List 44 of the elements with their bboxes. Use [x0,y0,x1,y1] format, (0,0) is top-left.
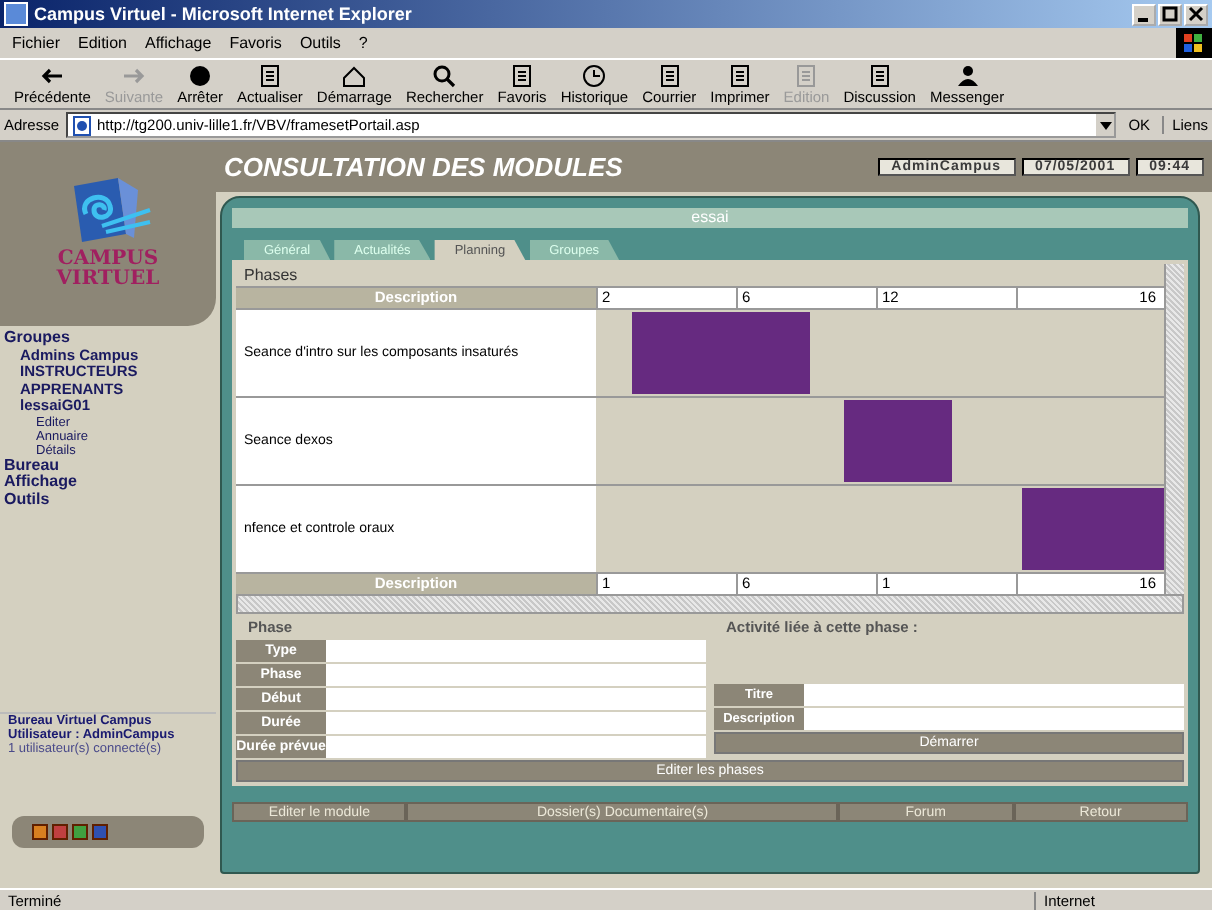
arrow-left-icon [38,63,67,87]
document-icon [865,63,894,87]
sidebar-item[interactable]: Outils [4,491,212,508]
arrow-right-icon [119,63,148,87]
input-field[interactable] [326,640,706,662]
clock-icon [580,63,609,87]
person-icon [953,63,982,87]
input-field[interactable] [804,684,1184,706]
campus-logo: CAMPUS VIRTUEL [56,178,160,290]
window-title: Campus Virtuel - Microsoft Internet Explorer [34,4,414,24]
module-title: essai [232,208,1188,228]
close-icon [1188,6,1204,22]
maximize-button[interactable] [1158,3,1182,25]
menu-item[interactable]: Fichier [12,34,61,52]
page-title: CONSULTATION DES MODULES [224,152,625,182]
input-field[interactable] [804,708,1184,730]
home-icon [340,63,369,87]
browser-icon [4,2,28,26]
menu-item[interactable]: ? [358,34,368,52]
menu-item[interactable]: Edition [78,34,127,52]
section-title: Phases [242,264,300,286]
stop-icon [186,63,215,87]
phase-bar[interactable] [1022,488,1164,570]
sidebar-item[interactable]: Groupes [4,330,212,347]
input-field[interactable] [326,736,706,758]
phase-bar[interactable] [844,400,951,482]
phase-bar[interactable] [631,312,809,394]
close-button[interactable] [1184,3,1208,25]
input-field[interactable] [326,664,706,686]
sidebar-item[interactable]: Affichage [4,474,212,491]
input-field[interactable] [326,712,706,734]
input-field[interactable] [326,688,706,710]
windows-logo-icon [1176,28,1212,58]
menu-item[interactable]: Outils [299,34,341,52]
document-icon [792,63,821,87]
search-icon [430,63,459,87]
page-icon [71,115,92,135]
vertical-scrollbar[interactable] [1164,264,1184,594]
minimize-button[interactable] [1132,3,1156,25]
sidebar-item[interactable]: Bureau [4,457,212,474]
menu-item[interactable]: Favoris [229,34,282,52]
menu-item[interactable]: Affichage [144,34,212,52]
horizontal-scrollbar[interactable] [236,594,1184,614]
maximize-icon [1162,6,1178,22]
